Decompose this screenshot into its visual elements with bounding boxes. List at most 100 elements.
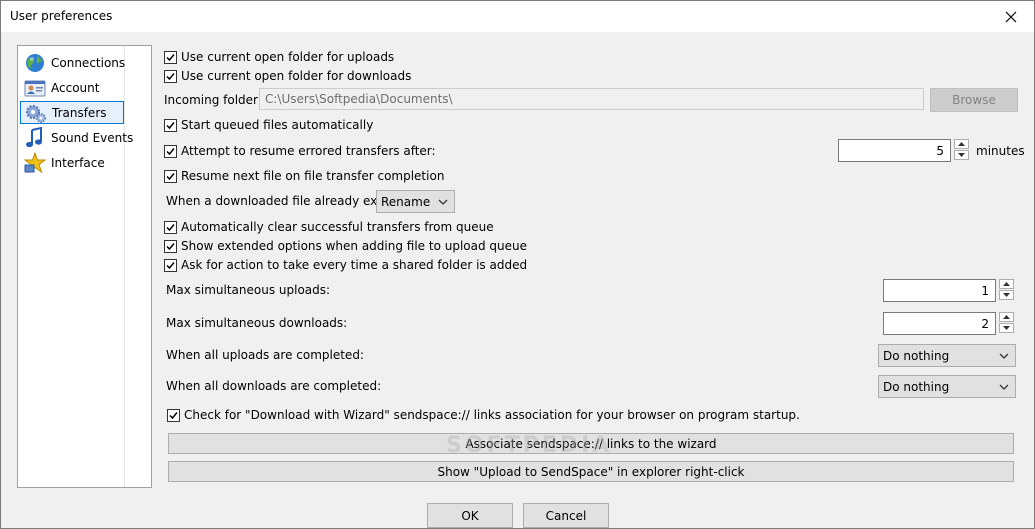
sidebar-item-label: Account — [51, 80, 100, 95]
checkmark-icon — [166, 121, 175, 129]
sidebar-item-label: Connections — [51, 55, 126, 70]
use-folder-uploads-option[interactable]: Use current open folder for uploads — [164, 50, 394, 64]
resume-errored-checkbox[interactable] — [164, 144, 177, 158]
resume-errored-option[interactable]: Attempt to resume errored transfers afte… — [164, 144, 436, 158]
spin-up-button[interactable] — [954, 139, 969, 149]
checkmark-icon — [166, 147, 175, 155]
resume-next-checkbox[interactable] — [164, 169, 177, 183]
sidebar-item-transfers[interactable]: Transfers — [20, 101, 124, 124]
max-uploads-value: 1 — [981, 283, 989, 298]
downloads-done-label: When all downloads are completed: — [166, 379, 382, 393]
show-extended-label: Show extended options when adding file t… — [181, 239, 528, 253]
checkmark-icon — [166, 242, 175, 250]
sidebar-divider — [124, 46, 125, 487]
uploads-done-value: Do nothing — [883, 348, 950, 363]
show-upload-context-button[interactable]: Show "Upload to SendSpace" in explorer r… — [168, 461, 1014, 482]
globe-icon — [26, 53, 44, 72]
check-wizard-option[interactable]: Check for "Download with Wizard" sendspa… — [167, 408, 800, 422]
sidebar-item-connections[interactable]: Connections — [20, 51, 126, 74]
check-wizard-checkbox[interactable] — [167, 408, 180, 422]
caret-down-icon — [1003, 326, 1010, 330]
sidebar-item-interface[interactable]: Interface — [20, 151, 124, 174]
sidebar-item-account[interactable]: Account — [20, 76, 124, 99]
resume-minutes-input[interactable]: 5 — [838, 139, 951, 162]
checkmark-icon — [166, 261, 175, 269]
chevron-down-icon — [999, 384, 1009, 390]
use-folder-uploads-label: Use current open folder for uploads — [181, 50, 395, 64]
checkmark-icon — [166, 53, 175, 61]
check-wizard-label: Check for "Download with Wizard" sendspa… — [184, 408, 800, 422]
file-exists-select[interactable]: Rename — [376, 190, 455, 213]
max-uploads-input[interactable]: 1 — [883, 279, 996, 302]
start-queued-label: Start queued files automatically — [181, 118, 374, 132]
auto-clear-checkbox[interactable] — [164, 220, 177, 234]
interface-star-icon — [23, 151, 47, 173]
caret-down-icon — [958, 153, 965, 157]
max-downloads-input[interactable]: 2 — [883, 312, 996, 335]
spin-down-button[interactable] — [999, 323, 1014, 333]
minutes-label: minutes — [976, 144, 1025, 158]
caret-up-icon — [1003, 315, 1010, 319]
max-downloads-spinner — [999, 312, 1014, 333]
title-bar: User preferences — [1, 1, 1034, 32]
max-downloads-value: 2 — [981, 316, 989, 331]
checkmark-icon — [166, 72, 175, 80]
checkmark-icon — [166, 223, 175, 231]
downloads-done-value: Do nothing — [883, 379, 950, 394]
caret-up-icon — [958, 142, 965, 146]
cancel-button[interactable]: Cancel — [523, 503, 609, 528]
use-folder-downloads-option[interactable]: Use current open folder for downloads — [164, 69, 411, 83]
account-card-icon — [24, 80, 46, 96]
start-queued-option[interactable]: Start queued files automatically — [164, 118, 373, 132]
preferences-nav: Connections Account Transfers Sound Even… — [17, 45, 152, 488]
ask-shared-option[interactable]: Ask for action to take every time a shar… — [164, 258, 527, 272]
uploads-done-label: When all uploads are completed: — [166, 348, 364, 362]
resume-next-label: Resume next file on file transfer comple… — [181, 169, 445, 183]
sidebar-item-label: Interface — [51, 155, 105, 170]
incoming-folder-label: Incoming folder: — [164, 93, 262, 107]
chevron-down-icon — [438, 199, 448, 205]
use-folder-downloads-label: Use current open folder for downloads — [181, 69, 412, 83]
show-extended-checkbox[interactable] — [164, 239, 177, 253]
file-exists-value: Rename — [381, 194, 431, 209]
spin-up-button[interactable] — [999, 312, 1014, 322]
incoming-folder-field[interactable]: C:\Users\Softpedia\Documents\ — [259, 88, 924, 110]
incoming-folder-value: C:\Users\Softpedia\Documents\ — [265, 92, 453, 106]
resume-errored-label: Attempt to resume errored transfers afte… — [181, 144, 436, 158]
checkmark-icon — [166, 172, 175, 180]
associate-wizard-button[interactable]: Associate sendspace:// links to the wiza… — [168, 433, 1014, 454]
sidebar-item-label: Sound Events — [51, 130, 134, 145]
show-extended-option[interactable]: Show extended options when adding file t… — [164, 239, 527, 253]
max-uploads-spinner — [999, 279, 1014, 300]
sidebar-item-label: Transfers — [52, 105, 107, 120]
file-exists-label: When a downloaded file already exists: — [166, 194, 402, 208]
spin-down-button[interactable] — [999, 290, 1014, 300]
ask-shared-label: Ask for action to take every time a shar… — [181, 258, 528, 272]
auto-clear-option[interactable]: Automatically clear successful transfers… — [164, 220, 494, 234]
max-downloads-label: Max simultaneous downloads: — [166, 316, 348, 330]
close-icon — [1005, 11, 1017, 22]
resume-next-option[interactable]: Resume next file on file transfer comple… — [164, 169, 444, 183]
window-title: User preferences — [10, 9, 113, 23]
resume-minutes-value: 5 — [936, 143, 944, 158]
downloads-done-select[interactable]: Do nothing — [878, 375, 1016, 398]
sidebar-item-sound-events[interactable]: Sound Events — [20, 126, 133, 149]
use-folder-downloads-checkbox[interactable] — [164, 69, 177, 83]
browse-button[interactable]: Browse — [930, 88, 1018, 112]
music-note-icon — [26, 126, 42, 147]
checkmark-icon — [169, 411, 178, 419]
max-uploads-label: Max simultaneous uploads: — [166, 283, 331, 297]
start-queued-checkbox[interactable] — [164, 118, 177, 132]
spin-down-button[interactable] — [954, 150, 969, 160]
caret-down-icon — [1003, 293, 1010, 297]
ask-shared-checkbox[interactable] — [164, 258, 177, 272]
preferences-window: User preferences Connections Account Tra… — [0, 0, 1035, 529]
use-folder-uploads-checkbox[interactable] — [164, 50, 177, 64]
gears-icon — [25, 104, 46, 123]
ok-button[interactable]: OK — [427, 503, 513, 528]
chevron-down-icon — [999, 353, 1009, 359]
spin-up-button[interactable] — [999, 279, 1014, 289]
resume-minutes-spinner — [954, 139, 969, 160]
close-button[interactable] — [988, 1, 1034, 32]
uploads-done-select[interactable]: Do nothing — [878, 344, 1016, 367]
